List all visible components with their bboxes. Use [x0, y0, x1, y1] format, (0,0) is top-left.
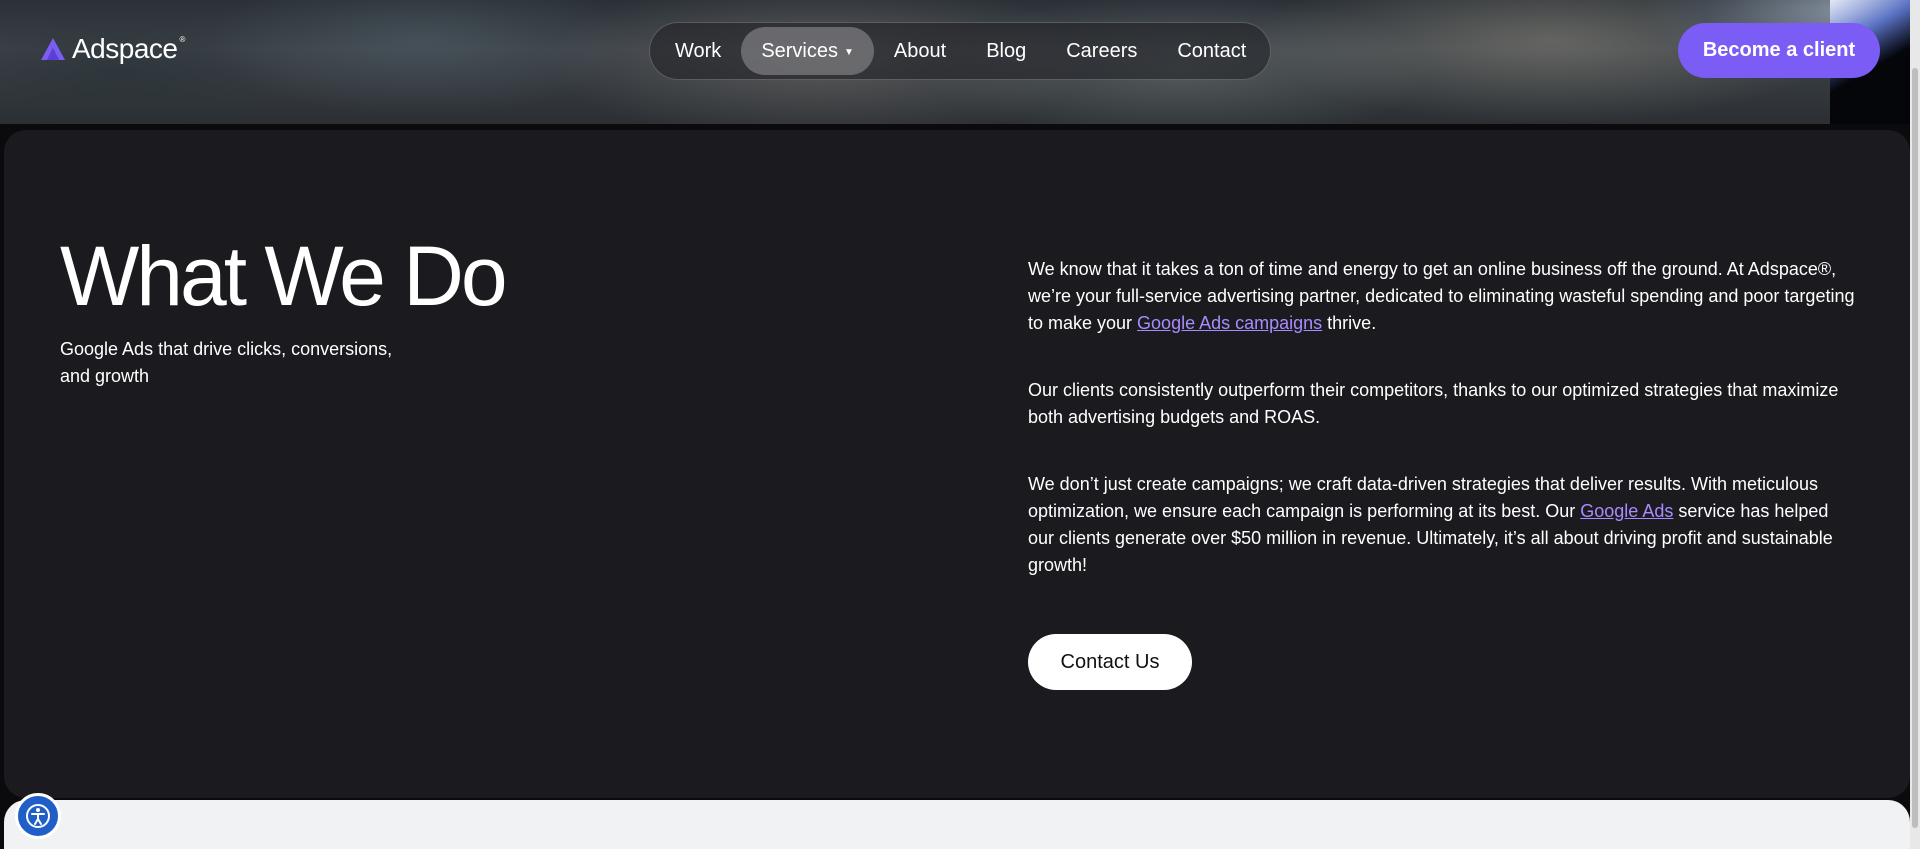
page: Adspace ® Work Services ▼ About Blog Car… [0, 0, 1920, 849]
what-we-do-section: What We Do Google Ads that drive clicks,… [4, 130, 1910, 798]
nav-item-about[interactable]: About [874, 27, 966, 75]
paragraph-strategy: We don’t just create campaigns; we craft… [1028, 471, 1858, 579]
accessibility-button[interactable] [15, 793, 61, 839]
become-client-button[interactable]: Become a client [1678, 23, 1880, 78]
nav-item-contact[interactable]: Contact [1157, 27, 1266, 75]
chevron-down-icon: ▼ [844, 46, 854, 58]
nav-item-blog[interactable]: Blog [966, 27, 1046, 75]
logo-text: Adspace [72, 33, 178, 64]
nav-item-services[interactable]: Services ▼ [741, 27, 874, 75]
accessibility-icon [26, 804, 50, 828]
main-nav: Work Services ▼ About Blog Careers Conta… [649, 22, 1271, 80]
google-ads-link[interactable]: Google Ads [1580, 501, 1673, 521]
paragraph-text: thrive. [1322, 313, 1377, 333]
next-section [4, 800, 1910, 849]
site-logo[interactable]: Adspace ® [40, 32, 185, 66]
paragraph-clients: Our clients consistently outperform thei… [1028, 380, 1839, 427]
nav-item-label: Services [761, 39, 839, 62]
logo-registered-mark: ® [179, 34, 186, 44]
section-title: What We Do [60, 229, 508, 323]
adspace-logo-icon [41, 38, 65, 60]
nav-item-careers[interactable]: Careers [1046, 27, 1157, 75]
section-subtitle: Google Ads that drive clicks, conversion… [60, 339, 393, 386]
section-copy: We know that it takes a ton of time and … [1028, 256, 1858, 619]
scrollbar-thumb[interactable] [1912, 68, 1918, 828]
nav-item-work[interactable]: Work [655, 27, 741, 75]
paragraph-intro: We know that it takes a ton of time and … [1028, 256, 1858, 337]
google-ads-campaigns-link[interactable]: Google Ads campaigns [1137, 313, 1322, 333]
contact-us-button[interactable]: Contact Us [1028, 634, 1192, 690]
